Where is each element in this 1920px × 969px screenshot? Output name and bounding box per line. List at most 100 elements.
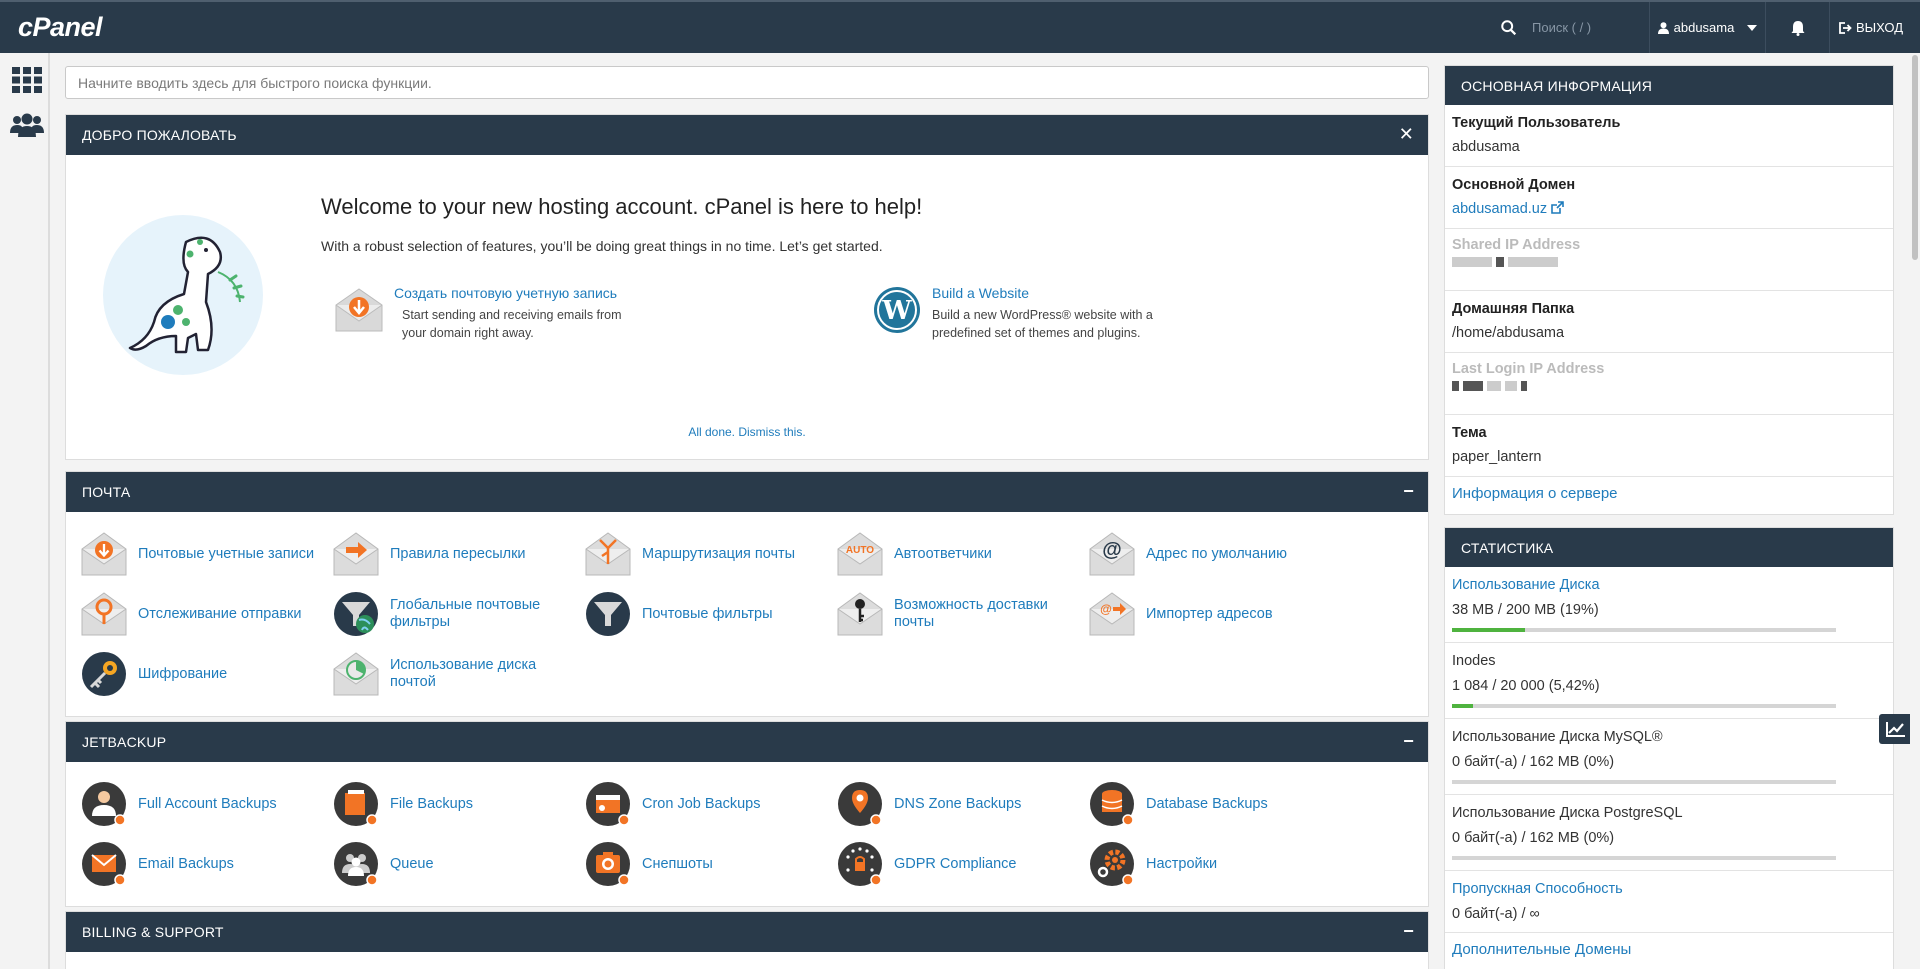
shared-ip-label: Shared IP Address (1452, 237, 1581, 253)
mail-item[interactable]: Правила пересылки (332, 524, 584, 584)
mail-header-title: ПОЧТА (82, 484, 131, 500)
file-backup-icon (332, 780, 380, 828)
jetbackup-item[interactable]: Email Backups (80, 834, 332, 894)
mail-header[interactable]: ПОЧТА − (66, 472, 1428, 512)
mail-item[interactable]: @ Импортер адресов (1088, 584, 1340, 644)
mail-item-label[interactable]: Отслеживание отправки (138, 606, 302, 623)
tools-grid-icon[interactable] (12, 67, 42, 93)
statistics-panel: СТАТИСТИКА Использование Диска 38 MB / 2… (1444, 527, 1894, 969)
build-website-task[interactable]: W Build a Website Build a new WordPress®… (872, 285, 1172, 342)
billing-header[interactable]: BILLING & SUPPORT − (66, 912, 1428, 952)
main-domain-label: Основной Домен (1452, 177, 1576, 193)
quick-search-input[interactable] (65, 66, 1429, 99)
dismiss-link[interactable]: All done. Dismiss this. (66, 425, 1428, 439)
jetbackup-item-label[interactable]: DNS Zone Backups (894, 796, 1021, 813)
jetbackup-item-label[interactable]: Email Backups (138, 856, 234, 873)
mail-item-label[interactable]: Глобальные почтовые фильтры (390, 597, 584, 631)
envelope-tracking-icon (80, 590, 128, 638)
logout-button[interactable]: ВЫХОД (1830, 2, 1912, 53)
external-link-icon[interactable] (1551, 201, 1564, 214)
top-search[interactable]: Поиск ( / ) (1480, 2, 1650, 53)
jetbackup-item-label[interactable]: File Backups (390, 796, 473, 813)
dinosaur-mascot-illustration (103, 215, 263, 375)
jetbackup-header[interactable]: JETBACKUP − (66, 722, 1428, 762)
page-scrollbar-thumb[interactable] (1912, 55, 1918, 260)
create-email-link[interactable]: Создать почтовую учетную запись (394, 285, 634, 302)
notifications-button[interactable] (1766, 2, 1830, 53)
users-icon[interactable] (10, 113, 44, 137)
mail-item[interactable]: AUTO Автоответчики (836, 524, 1088, 584)
general-info-panel: ОСНОВНАЯ ИНФОРМАЦИЯ Текущий Пользователь… (1444, 65, 1894, 515)
create-email-task[interactable]: Создать почтовую учетную запись Start se… (334, 285, 634, 342)
top-bar: cPanel Поиск ( / ) abdusama ВЫХОД (0, 0, 1920, 53)
close-icon[interactable]: ✕ (1399, 124, 1414, 144)
jetbackup-item-label[interactable]: Cron Job Backups (642, 796, 760, 813)
mail-item[interactable]: Глобальные почтовые фильтры (332, 584, 584, 644)
cpanel-logo[interactable]: cPanel (18, 12, 103, 43)
server-info-link[interactable]: Информация о сервере (1452, 485, 1618, 502)
top-search-placeholder: Поиск ( / ) (1532, 20, 1592, 35)
jetbackup-item[interactable]: DNS Zone Backups (836, 774, 1088, 834)
mail-item[interactable]: @ Адрес по умолчанию (1088, 524, 1340, 584)
mail-item-label[interactable]: Почтовые фильтры (642, 606, 773, 623)
mail-item-label[interactable]: Возможность доставки почты (894, 597, 1088, 631)
jetbackup-item[interactable]: Database Backups (1088, 774, 1340, 834)
build-website-link[interactable]: Build a Website (932, 285, 1172, 302)
jetbackup-item[interactable]: Full Account Backups (80, 774, 332, 834)
main-domain-link[interactable]: abdusamad.uz (1452, 201, 1547, 217)
jetbackup-item[interactable]: Настройки (1088, 834, 1340, 894)
mail-item[interactable]: Почтовые фильтры (584, 584, 836, 644)
jetbackup-item-label[interactable]: Снепшоты (642, 856, 713, 873)
home-dir-label: Домашняя Папка (1452, 301, 1575, 317)
shared-ip-row: Shared IP Address (1445, 229, 1893, 291)
database-backup-icon (1088, 780, 1136, 828)
bandwidth-link[interactable]: Пропускная Способность (1452, 881, 1623, 897)
stats-toggle-button[interactable] (1879, 714, 1913, 744)
envelope-download-icon (335, 288, 383, 332)
inodes-value: 1 084 / 20 000 (5,42%) (1452, 678, 1600, 694)
mail-item[interactable]: Шифрование (80, 644, 332, 704)
mysql-disk-stat: Использование Диска MySQL® 0 байт(-а) / … (1445, 719, 1893, 795)
mail-item-label[interactable]: Автоответчики (894, 546, 992, 563)
inodes-stat: Inodes 1 084 / 20 000 (5,42%) (1445, 643, 1893, 719)
mail-item-label[interactable]: Маршрутизация почты (642, 546, 795, 563)
user-menu[interactable]: abdusama (1650, 2, 1766, 53)
jetbackup-item[interactable]: File Backups (332, 774, 584, 834)
disk-usage-link[interactable]: Использование Диска (1452, 577, 1600, 593)
collapse-icon[interactable]: − (1403, 731, 1414, 751)
jetbackup-item[interactable]: Queue (332, 834, 584, 894)
home-dir-value: /home/abdusama (1452, 325, 1565, 341)
billing-panel: BILLING & SUPPORT − (65, 911, 1429, 969)
jetbackup-item[interactable]: Снепшоты (584, 834, 836, 894)
jetbackup-item-label[interactable]: Queue (390, 856, 434, 873)
disk-usage-value: 38 MB / 200 MB (19%) (1452, 602, 1599, 618)
jetbackup-item-label[interactable]: GDPR Compliance (894, 856, 1017, 873)
addon-domains-link[interactable]: Дополнительные Домены (1452, 941, 1631, 958)
mail-item[interactable]: Возможность доставки почты (836, 584, 1088, 644)
statistics-title: СТАТИСТИКА (1461, 539, 1554, 556)
mail-item-label[interactable]: Шифрование (138, 666, 227, 683)
jetbackup-panel: JETBACKUP − Full Account Backups File Bac… (65, 721, 1429, 907)
mail-item[interactable]: Отслеживание отправки (80, 584, 332, 644)
theme-row: Тема paper_lantern (1445, 415, 1893, 477)
jetbackup-item[interactable]: GDPR Compliance (836, 834, 1088, 894)
account-backup-icon (80, 780, 128, 828)
jetbackup-item-label[interactable]: Full Account Backups (138, 796, 277, 813)
mail-item[interactable]: Использование диска почтой (332, 644, 584, 704)
mail-item-label[interactable]: Импортер адресов (1146, 606, 1273, 623)
collapse-icon[interactable]: − (1403, 921, 1414, 941)
mail-item-label[interactable]: Правила пересылки (390, 546, 526, 563)
mail-item-label[interactable]: Адрес по умолчанию (1146, 546, 1287, 563)
mail-item-label[interactable]: Использование диска почтой (390, 657, 584, 691)
main-domain-row: Основной Домен abdusamad.uz (1445, 167, 1893, 229)
mail-item[interactable]: Почтовые учетные записи (80, 524, 332, 584)
mail-item[interactable]: Маршрутизация почты (584, 524, 836, 584)
jetbackup-item[interactable]: Cron Job Backups (584, 774, 836, 834)
settings-icon (1088, 840, 1136, 888)
welcome-panel: ДОБРО ПОЖАЛОВАТЬ ✕ Welcome to your new h… (65, 114, 1429, 460)
email-backup-icon (80, 840, 128, 888)
jetbackup-item-label[interactable]: Database Backups (1146, 796, 1268, 813)
jetbackup-item-label[interactable]: Настройки (1146, 856, 1217, 873)
collapse-icon[interactable]: − (1403, 481, 1414, 501)
mail-item-label[interactable]: Почтовые учетные записи (138, 546, 314, 563)
